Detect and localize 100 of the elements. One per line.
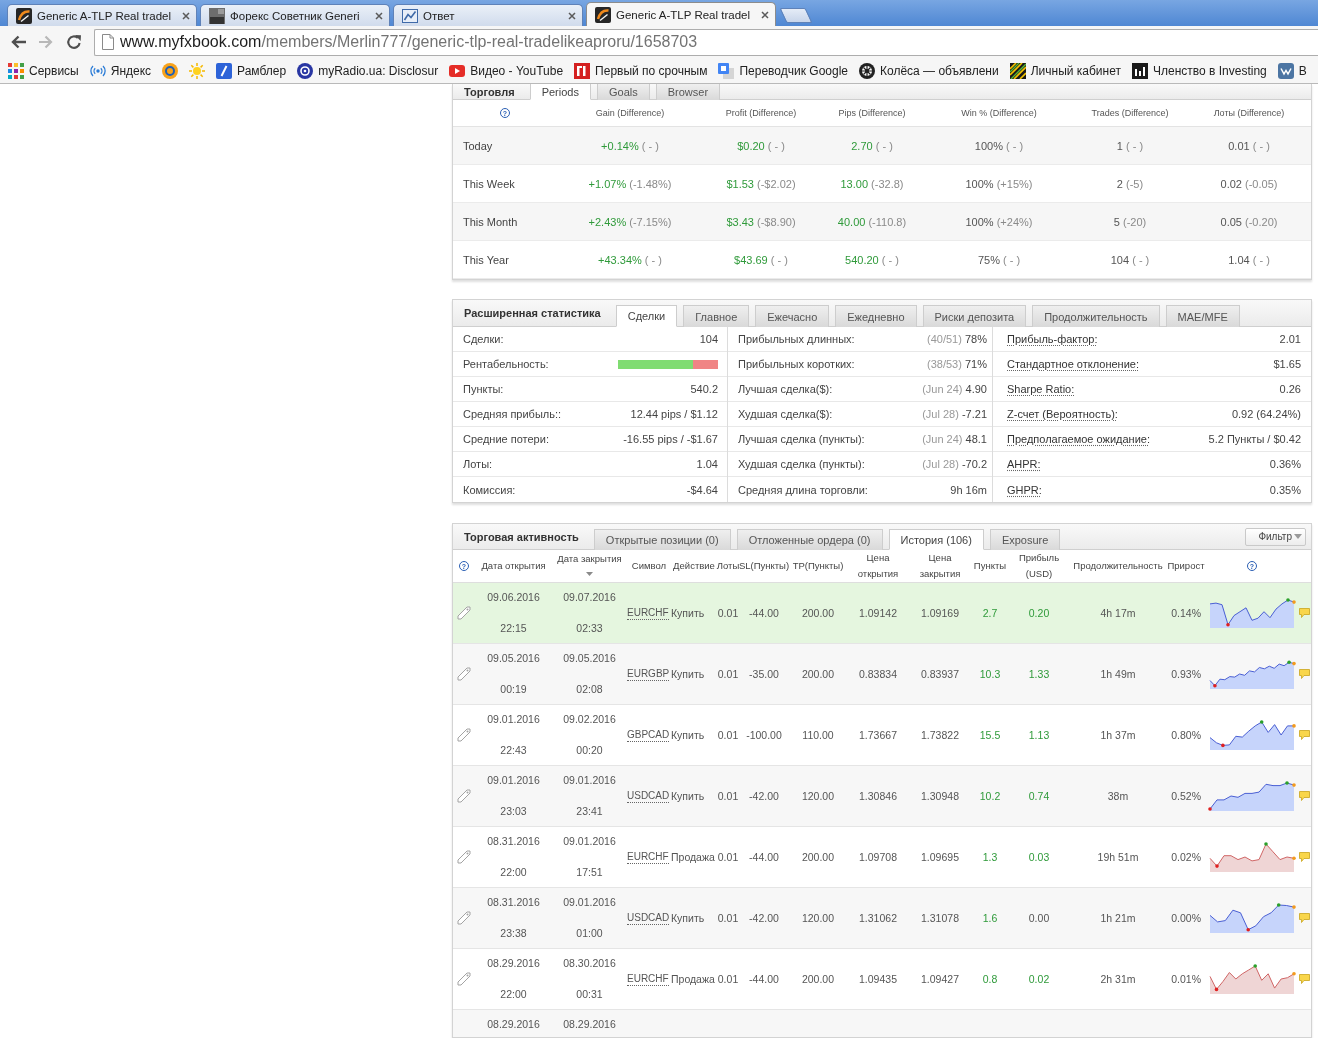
page-tab[interactable]: Форекс Советник Generi	[200, 4, 390, 26]
bookmark-link[interactable]: myRadio.ua: Disclosur	[297, 62, 439, 79]
stat-value: (Jun 24) 4.90	[922, 383, 987, 395]
stop-loss-value: -44.00	[749, 607, 779, 619]
period-stat: 13.00 (-32.8)	[840, 177, 904, 190]
bookmark-link[interactable]: Рамблер	[216, 62, 287, 79]
profit-value: 0.00	[1028, 912, 1050, 924]
hint-label: Z-счет (Вероятность):	[1007, 408, 1118, 420]
close-date: 09.02.2016	[563, 712, 616, 726]
close-date: 09.01.2016	[563, 834, 616, 848]
close-icon[interactable]	[761, 10, 769, 19]
symbol-link[interactable]: USDCAD	[627, 911, 670, 925]
symbol-link[interactable]: USDCAD	[627, 789, 670, 803]
bookmark-link[interactable]: Яндекс	[89, 63, 152, 78]
comment-icon[interactable]	[1299, 913, 1310, 923]
comment-icon[interactable]	[1299, 608, 1310, 618]
tag-icon[interactable]	[457, 667, 471, 681]
panel-tab[interactable]: Exposure	[989, 529, 1061, 550]
stat-value: 0.35%	[1269, 483, 1301, 496]
page-tab[interactable]: Generic A-TLP Real tradel	[7, 4, 197, 26]
gain-value: 0.80%	[1171, 729, 1201, 741]
gain-value: 0.01%	[1171, 973, 1201, 985]
bars-square-icon	[1131, 62, 1148, 79]
bookmark-link[interactable]: Переводчик Google	[718, 62, 848, 79]
panel-title: Торговля	[464, 85, 515, 98]
stat-label: Худшая сделка($):	[738, 408, 833, 420]
open-time: 23:03	[500, 804, 527, 818]
period-label: Today	[463, 139, 493, 152]
panel-tab[interactable]: Сделки	[615, 305, 678, 327]
stat-label: Средние потери:	[463, 433, 549, 445]
wheel-icon	[859, 62, 875, 79]
open-date: 09.06.2016	[487, 590, 540, 604]
period-label: This Year	[463, 253, 509, 266]
close-icon[interactable]	[568, 11, 576, 20]
page-tab[interactable]: Ответ	[393, 4, 583, 26]
panel-tab[interactable]: Главное	[683, 305, 750, 327]
lots-value: 0.01	[717, 973, 739, 985]
comment-icon[interactable]	[1299, 669, 1310, 679]
tag-icon[interactable]	[457, 850, 471, 864]
bookmark-link[interactable]: Сервисы	[8, 62, 79, 79]
period-stat: 104 ( - )	[1110, 253, 1150, 266]
lots-value: 0.01	[717, 729, 739, 741]
symbol-link[interactable]: EURCHF	[627, 606, 669, 620]
panel-tab[interactable]: MAE/MFE	[1165, 305, 1240, 327]
page-tab[interactable]: Generic A-TLP Real tradel	[586, 2, 776, 26]
panel-tab[interactable]: Отложенные ордера (0)	[736, 529, 883, 550]
bars-tile-icon	[574, 62, 591, 79]
close-icon[interactable]	[182, 11, 190, 20]
comment-icon[interactable]	[1299, 852, 1310, 862]
panel-tab[interactable]: Ежедневно	[835, 305, 917, 327]
comment-icon[interactable]	[1299, 791, 1310, 801]
gain-value: 0.02%	[1171, 851, 1201, 863]
panel-tab[interactable]: Открытые позиции (0)	[593, 529, 731, 550]
bookmark-link[interactable]: Первый по срочным	[574, 62, 708, 79]
stat-label: Прибыльных коротких:	[738, 358, 855, 370]
tag-icon[interactable]	[457, 728, 471, 742]
open-time: 22:15	[500, 621, 527, 635]
address-bar[interactable]: www.myfxbook.com/members/Merlin777/generic-tlp-real-tradelikeaproru/1658703	[94, 28, 1318, 56]
tag-icon[interactable]	[457, 911, 471, 925]
symbol-link[interactable]: EURCHF	[627, 972, 669, 986]
ring-icon[interactable]	[162, 62, 179, 79]
comment-icon[interactable]	[1299, 974, 1310, 984]
reload-icon[interactable]	[66, 34, 82, 50]
bookmark-link[interactable]: Видео - YouTube	[449, 63, 564, 78]
symbol-link[interactable]: EURGBP	[627, 667, 670, 681]
close-time: 02:33	[576, 621, 603, 635]
forward-arrow-icon[interactable]	[38, 34, 54, 50]
sun-icon[interactable]	[189, 62, 206, 79]
column-header: Trades (Difference)	[1091, 108, 1169, 118]
back-arrow-icon[interactable]	[9, 34, 27, 50]
panel-tab[interactable]: Продолжительность	[1032, 305, 1160, 327]
column-header: Продолжительность	[1073, 559, 1163, 573]
pips-value: 10.3	[979, 668, 1001, 680]
panel-tab[interactable]: Goals	[596, 84, 650, 100]
stat-value: 2.01	[1279, 333, 1301, 345]
panel-tab[interactable]: Periods	[529, 84, 591, 100]
panel-tab[interactable]: Риски депозита	[922, 305, 1027, 327]
bookmark-link[interactable]: Членство в Investing	[1131, 62, 1267, 79]
symbol-link[interactable]: EURCHF	[627, 850, 669, 864]
panel-tab[interactable]: Browser	[655, 84, 721, 100]
bookmark-link[interactable]: В	[1277, 62, 1307, 79]
take-profit-value: 200.00	[801, 851, 835, 863]
bookmark-link[interactable]: Колёса — объявлени	[859, 62, 999, 79]
page-icon	[102, 34, 114, 50]
filter-button[interactable]: Фильтр	[1245, 527, 1306, 546]
bookmark-link[interactable]: Личный кабинет	[1009, 62, 1121, 79]
comment-icon[interactable]	[1299, 730, 1310, 740]
panel-tab[interactable]: История (106)	[888, 529, 984, 550]
panel-tab[interactable]: Ежечасно	[755, 305, 830, 327]
symbol-link[interactable]: GBPCAD	[627, 728, 670, 742]
sort-arrow-icon[interactable]	[586, 572, 593, 576]
stop-loss-value: -44.00	[749, 851, 779, 863]
action-text: Купить	[671, 668, 705, 680]
close-icon[interactable]	[375, 11, 383, 20]
open-time: 00:19	[500, 682, 527, 696]
tag-icon[interactable]	[457, 972, 471, 986]
tag-icon[interactable]	[457, 789, 471, 803]
close-time: 00:20	[576, 743, 603, 757]
new-tab-button[interactable]	[779, 8, 813, 23]
tag-icon[interactable]	[457, 606, 471, 620]
